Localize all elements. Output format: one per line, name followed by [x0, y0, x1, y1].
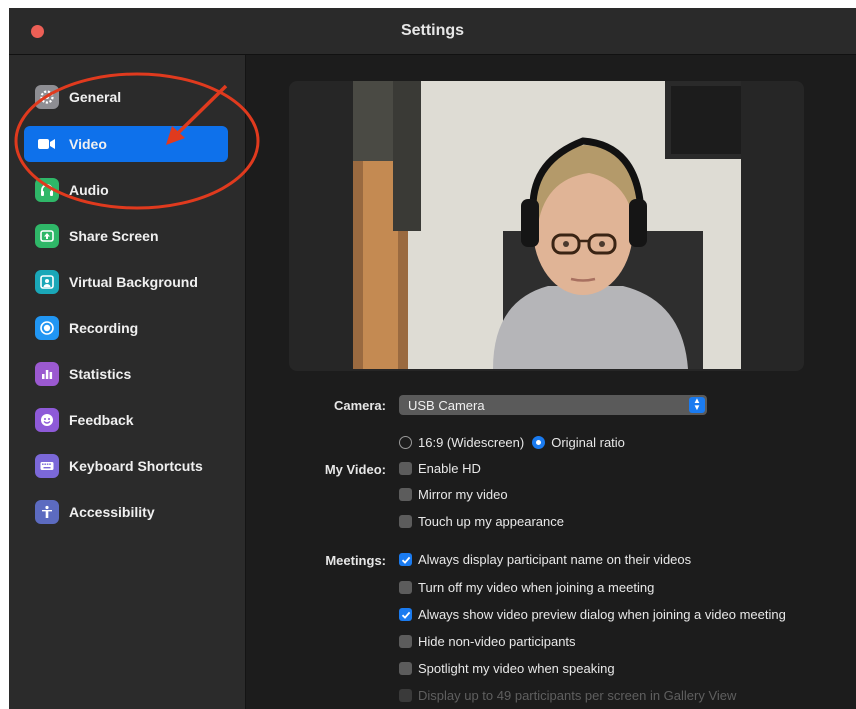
- checkbox-indicator: [399, 515, 412, 528]
- checkbox-label: Always show video preview dialog when jo…: [418, 607, 786, 622]
- sidebar-item-label: Video: [69, 136, 107, 152]
- sidebar-item-keyboard-shortcuts[interactable]: Keyboard Shortcuts: [24, 448, 228, 484]
- checkbox-label: Hide non-video participants: [418, 634, 576, 649]
- camera-preview: [353, 81, 741, 369]
- accessibility-icon: [35, 500, 59, 524]
- checkbox-indicator: [399, 581, 412, 594]
- sidebar-item-label: Statistics: [69, 366, 132, 382]
- sidebar-item-label: Recording: [69, 320, 139, 336]
- window-title: Settings: [400, 22, 465, 39]
- checkbox-touch-up-appearance[interactable]: Touch up my appearance: [399, 514, 564, 529]
- checkbox-indicator: [399, 662, 412, 675]
- sidebar-item-statistics[interactable]: Statistics: [24, 356, 228, 392]
- checkbox-indicator: [399, 635, 412, 648]
- smiley-icon: [35, 408, 59, 432]
- sidebar-item-feedback[interactable]: Feedback: [24, 402, 228, 438]
- radio-widescreen-indicator: [399, 436, 412, 449]
- video-settings-panel: Camera: USB Camera ▲ ▼ 16:9 (Widescreen) …: [246, 55, 856, 709]
- checkbox-hide-non-video-participants[interactable]: Hide non-video participants: [399, 634, 576, 649]
- bar-chart-icon: [35, 362, 59, 386]
- my-video-label: My Video:: [324, 462, 386, 477]
- sidebar-item-accessibility[interactable]: Accessibility: [24, 494, 228, 530]
- checkbox-spotlight-my-video[interactable]: Spotlight my video when speaking: [399, 661, 615, 676]
- person-background-icon: [35, 270, 59, 294]
- keyboard-icon: [35, 454, 59, 478]
- checkbox-indicator: [399, 689, 412, 702]
- checkbox-display-participant-name[interactable]: Always display participant name on their…: [399, 552, 691, 567]
- aspect-ratio-group: 16:9 (Widescreen) Original ratio: [399, 435, 625, 450]
- sidebar-item-audio[interactable]: Audio: [24, 172, 228, 208]
- sidebar-item-share-screen[interactable]: Share Screen: [24, 218, 228, 254]
- sidebar-item-label: Audio: [69, 182, 109, 198]
- meetings-label: Meetings:: [325, 553, 386, 568]
- checkbox-indicator: [399, 488, 412, 501]
- sidebar-item-virtual-background[interactable]: Virtual Background: [24, 264, 228, 300]
- settings-window: Settings General Video Audio Share Scree…: [9, 8, 856, 709]
- radio-original-ratio-label: Original ratio: [551, 435, 625, 450]
- settings-sidebar: General Video Audio Share Screen Virtual…: [9, 55, 246, 709]
- sidebar-item-label: Virtual Background: [69, 274, 198, 290]
- camera-select-value: USB Camera: [408, 398, 485, 413]
- checkbox-label: Display up to 49 participants per screen…: [418, 688, 737, 703]
- radio-widescreen[interactable]: 16:9 (Widescreen): [399, 435, 524, 450]
- checkbox-label: Always display participant name on their…: [418, 552, 692, 567]
- sidebar-item-label: General: [69, 89, 122, 105]
- gear-icon: [35, 85, 59, 109]
- checkbox-label: Mirror my video: [418, 487, 508, 502]
- checkbox-label: Turn off my video when joining a meeting: [418, 580, 655, 595]
- sidebar-item-label: Accessibility: [69, 504, 155, 520]
- headphones-icon: [35, 178, 59, 202]
- record-icon: [35, 316, 59, 340]
- checkbox-mirror-video[interactable]: Mirror my video: [399, 487, 508, 502]
- checkbox-gallery-49-participants: Display up to 49 participants per screen…: [399, 688, 736, 703]
- checkbox-enable-hd[interactable]: Enable HD: [399, 461, 481, 476]
- checkbox-video-preview-dialog[interactable]: Always show video preview dialog when jo…: [399, 607, 786, 622]
- title-bar: Settings: [9, 8, 856, 55]
- radio-original-ratio-indicator: [532, 436, 546, 449]
- video-camera-icon: [35, 132, 59, 156]
- checkbox-turn-off-video-on-join[interactable]: Turn off my video when joining a meeting: [399, 580, 654, 595]
- checkbox-label: Touch up my appearance: [418, 514, 564, 529]
- camera-select[interactable]: USB Camera ▲ ▼: [399, 395, 707, 415]
- sidebar-item-video[interactable]: Video: [24, 126, 228, 162]
- sidebar-item-general[interactable]: General: [24, 79, 228, 115]
- share-screen-icon: [35, 224, 59, 248]
- checkbox-indicator: [399, 462, 412, 475]
- radio-original-ratio[interactable]: Original ratio: [532, 435, 625, 450]
- checkbox-label: Enable HD: [418, 461, 481, 476]
- updown-chevron-icon: ▲ ▼: [689, 397, 705, 413]
- checkmark-icon: [399, 608, 412, 621]
- camera-label: Camera:: [333, 398, 386, 413]
- sidebar-item-label: Keyboard Shortcuts: [69, 458, 203, 474]
- sidebar-item-label: Share Screen: [69, 228, 159, 244]
- checkmark-icon: [399, 553, 412, 566]
- sidebar-item-label: Feedback: [69, 412, 134, 428]
- radio-widescreen-label: 16:9 (Widescreen): [418, 435, 525, 450]
- sidebar-item-recording[interactable]: Recording: [24, 310, 228, 346]
- checkbox-label: Spotlight my video when speaking: [418, 661, 615, 676]
